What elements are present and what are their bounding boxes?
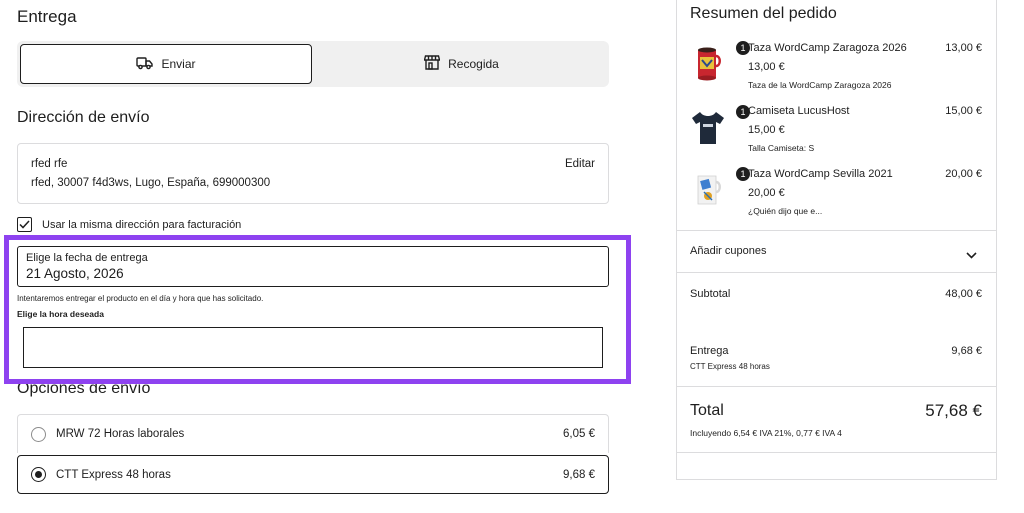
- address-card: rfed rfe rfed, 30007 f4d3ws, Lugo, Españ…: [17, 143, 609, 204]
- shipping-option-radio[interactable]: [31, 426, 46, 442]
- delivery-fee-value: 9,68 €: [951, 345, 982, 357]
- divider: [677, 452, 996, 453]
- item-meta: Taza de la WordCamp Zaragoza 2026: [748, 80, 892, 90]
- order-summary-title: Resumen del pedido: [690, 5, 837, 22]
- delivery-heading: Entrega: [17, 7, 77, 26]
- tshirt-image: 1: [690, 104, 751, 148]
- billing-same-checkbox[interactable]: [17, 217, 32, 232]
- delivery-fee-method: CTT Express 48 horas: [690, 362, 770, 371]
- item-unit-price: 13,00 €: [748, 61, 785, 73]
- edit-address-link[interactable]: Editar: [565, 158, 595, 170]
- divider: [677, 272, 996, 273]
- item-unit-price: 20,00 €: [748, 187, 785, 199]
- billing-same-label: Usar la misma dirección para facturación: [42, 218, 242, 231]
- store-icon: [423, 55, 441, 73]
- mug-zaragoza-image: 1: [690, 40, 751, 84]
- pickup-toggle-button[interactable]: Recogida: [317, 44, 606, 84]
- item-total: 15,00 €: [945, 105, 982, 117]
- checkmark-icon: [19, 220, 30, 229]
- tax-note: Incluyendo 6,54 € IVA 21%, 0,77 € IVA 4: [690, 428, 842, 438]
- shipping-option-name: CTT Express 48 horas: [56, 468, 171, 481]
- shipping-option-mrw[interactable]: MRW 72 Horas laborales 6,05 €: [17, 414, 609, 453]
- item-name: Camiseta LucusHost: [748, 105, 850, 117]
- address-name: rfed rfe: [31, 158, 68, 170]
- item-name: Taza WordCamp Sevilla 2021: [748, 168, 893, 180]
- shipping-option-radio[interactable]: [31, 467, 46, 482]
- item-meta: ¿Quién dijo que e...: [748, 206, 823, 216]
- shipping-option-ctt[interactable]: CTT Express 48 horas 9,68 €: [17, 455, 609, 494]
- item-total: 13,00 €: [945, 42, 982, 54]
- billing-same-option[interactable]: Usar la misma dirección para facturación: [17, 217, 241, 232]
- subtotal-value: 48,00 €: [945, 288, 982, 300]
- divider: [677, 386, 996, 387]
- mug-sevilla-image: 1: [690, 166, 751, 210]
- total-value: 57,68 €: [925, 401, 982, 420]
- subtotal-label: Subtotal: [690, 288, 731, 300]
- item-total: 20,00 €: [945, 168, 982, 180]
- order-summary: Resumen del pedido 1 Taza WordCamp Zarag…: [676, 0, 997, 480]
- total-label: Total: [690, 402, 724, 419]
- chevron-down-icon[interactable]: [966, 246, 977, 264]
- address-line: rfed, 30007 f4d3ws, Lugo, España, 699000…: [31, 177, 271, 189]
- shipping-option-price: 6,05 €: [563, 428, 595, 440]
- shipping-option-name: MRW 72 Horas laborales: [56, 428, 185, 440]
- delivery-fee-label: Entrega: [690, 345, 729, 357]
- item-name: Taza WordCamp Zaragoza 2026: [748, 42, 907, 54]
- add-coupons-toggle[interactable]: Añadir cupones: [690, 245, 766, 257]
- delivery-method-toggle: Enviar Recogida: [17, 41, 609, 87]
- pickup-toggle-label: Recogida: [448, 57, 499, 71]
- shipping-address-heading: Dirección de envío: [17, 109, 150, 126]
- shipping-option-price: 9,68 €: [563, 468, 595, 481]
- item-unit-price: 15,00 €: [748, 124, 785, 136]
- item-meta: Talla Camiseta: S: [748, 143, 815, 153]
- divider: [677, 230, 996, 231]
- ship-toggle-label: Enviar: [161, 57, 196, 71]
- highlight-frame: [4, 235, 631, 384]
- truck-icon: [136, 56, 154, 73]
- ship-toggle-button[interactable]: Enviar: [20, 44, 312, 84]
